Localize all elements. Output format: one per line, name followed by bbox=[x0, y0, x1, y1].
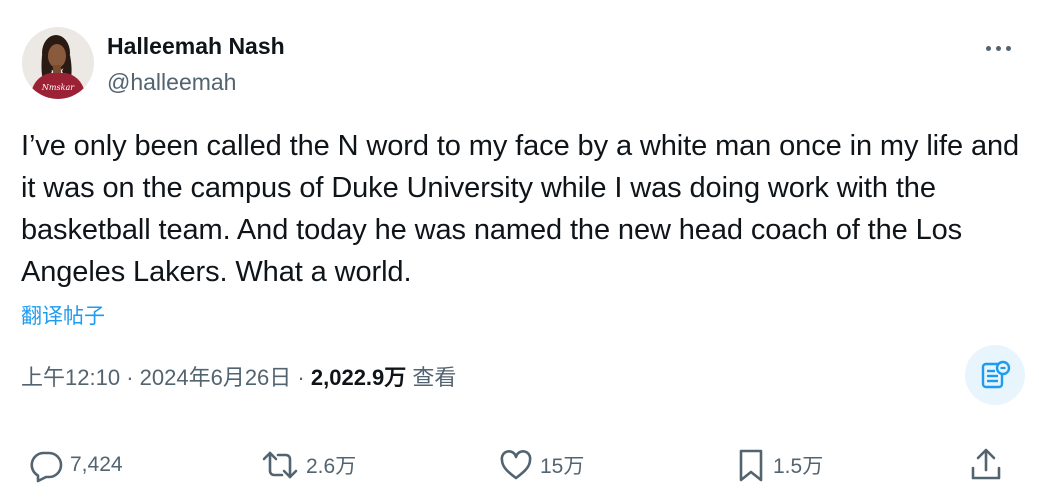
repost-button[interactable]: 2.6万 bbox=[260, 440, 356, 490]
views-count: 2,022.9万 bbox=[310, 365, 407, 390]
like-button[interactable]: 15万 bbox=[498, 440, 584, 490]
bookmark-button[interactable]: 1.5万 bbox=[735, 440, 823, 490]
meta-separator: · bbox=[297, 365, 305, 390]
translate-post-link[interactable]: 翻译帖子 bbox=[21, 300, 105, 330]
svg-text:Nmskar: Nmskar bbox=[41, 83, 75, 92]
tweet-card: Nmskar Halleemah Nash @halleemah I’ve on… bbox=[0, 0, 1039, 504]
bookmark-count: 1.5万 bbox=[773, 455, 824, 478]
views-label: 查看 bbox=[412, 365, 457, 390]
repost-count: 2.6万 bbox=[306, 455, 357, 478]
action-bar: 7,424 2.6万 15万 1.5万 bbox=[0, 440, 1039, 490]
repost-icon bbox=[262, 451, 298, 479]
author-name[interactable]: Halleemah Nash bbox=[107, 33, 285, 60]
tweet-date[interactable]: 2024年6月26日 bbox=[140, 365, 292, 390]
tweet-meta: 上午12:10 · 2024年6月26日 · 2,022.9万 查看 bbox=[21, 360, 456, 392]
more-options-icon[interactable] bbox=[978, 38, 1018, 58]
tweet-time[interactable]: 上午12:10 bbox=[21, 365, 120, 390]
grok-analyze-icon bbox=[981, 360, 1011, 389]
reply-icon bbox=[30, 451, 63, 483]
tweet-text: I’ve only been called the N word to my f… bbox=[21, 130, 1020, 288]
author-handle[interactable]: @halleemah bbox=[107, 69, 236, 96]
avatar[interactable]: Nmskar bbox=[22, 27, 94, 99]
reply-button[interactable]: 7,424 bbox=[28, 440, 123, 490]
bookmark-icon bbox=[739, 449, 763, 482]
heart-icon bbox=[500, 450, 532, 480]
reply-count: 7,424 bbox=[70, 453, 123, 476]
grok-analyze-button[interactable] bbox=[965, 345, 1025, 405]
avatar-image: Nmskar bbox=[22, 27, 94, 99]
share-icon bbox=[971, 448, 1001, 480]
share-button[interactable] bbox=[968, 440, 1004, 490]
like-count: 15万 bbox=[540, 455, 585, 478]
meta-separator: · bbox=[126, 365, 134, 390]
